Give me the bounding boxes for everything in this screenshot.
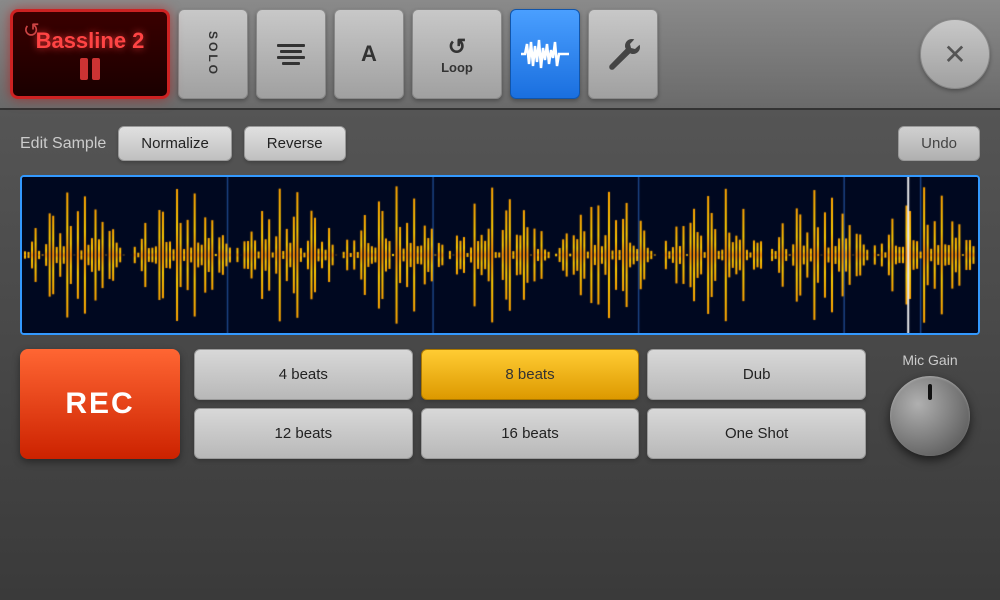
- beat-btn-12beats[interactable]: 12 beats: [194, 408, 413, 459]
- waveform-canvas: [22, 177, 978, 333]
- toolbar: ↺ Bassline 2 SOLO A ↺ Loop: [0, 0, 1000, 110]
- edit-sample-row: Edit Sample Normalize Reverse Undo: [20, 126, 980, 161]
- mic-gain-section: Mic Gain: [880, 349, 980, 459]
- beat-btn-16beats[interactable]: 16 beats: [421, 408, 640, 459]
- waveform-container[interactable]: [20, 175, 980, 335]
- knob-body: [890, 376, 970, 456]
- lines-button[interactable]: [256, 9, 326, 99]
- wrench-button[interactable]: [588, 9, 658, 99]
- track-name-button[interactable]: ↺ Bassline 2: [10, 9, 170, 99]
- app-container: ↺ Bassline 2 SOLO A ↺ Loop: [0, 0, 1000, 600]
- a-button[interactable]: A: [334, 9, 404, 99]
- a-label: A: [361, 41, 377, 67]
- loop-button[interactable]: ↺ Loop: [412, 9, 502, 99]
- bottom-controls: REC 4 beats 8 beats Dub 12 beats 16 beat…: [20, 349, 980, 459]
- beat-btn-oneshot[interactable]: One Shot: [647, 408, 866, 459]
- waveform-icon: [521, 36, 569, 72]
- knob-marker: [928, 384, 932, 400]
- mic-gain-label: Mic Gain: [902, 352, 957, 368]
- track-name-label: Bassline 2: [36, 28, 145, 54]
- rec-button[interactable]: REC: [20, 349, 180, 459]
- edit-sample-label: Edit Sample: [20, 135, 106, 153]
- loop-arrow-icon: ↺: [23, 18, 40, 43]
- wrench-icon: [604, 35, 642, 73]
- pause-icon: [80, 58, 100, 80]
- loop-icon: ↺: [448, 34, 466, 60]
- beat-btn-dub[interactable]: Dub: [647, 349, 866, 400]
- solo-button[interactable]: SOLO: [178, 9, 248, 99]
- beat-btn-4beats[interactable]: 4 beats: [194, 349, 413, 400]
- close-button[interactable]: ✕: [920, 19, 990, 89]
- main-area: Edit Sample Normalize Reverse Undo REC 4…: [0, 110, 1000, 600]
- mic-gain-knob[interactable]: [890, 376, 970, 456]
- solo-label: SOLO: [206, 31, 220, 77]
- lines-icon: [277, 44, 305, 65]
- reverse-button[interactable]: Reverse: [244, 126, 346, 161]
- beat-grid: 4 beats 8 beats Dub 12 beats 16 beats On…: [194, 349, 866, 459]
- beat-btn-8beats[interactable]: 8 beats: [421, 349, 640, 400]
- waveform-button[interactable]: [510, 9, 580, 99]
- loop-label: Loop: [441, 60, 473, 75]
- undo-button[interactable]: Undo: [898, 126, 980, 161]
- close-icon: ✕: [943, 38, 966, 71]
- normalize-button[interactable]: Normalize: [118, 126, 232, 161]
